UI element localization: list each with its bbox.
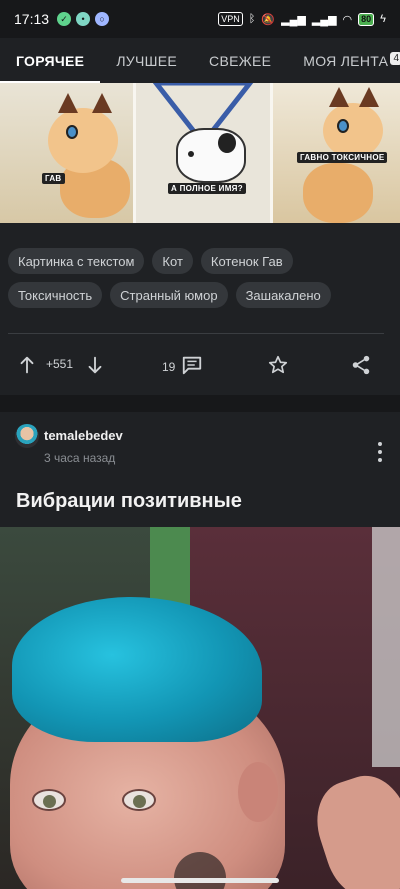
tag-chip[interactable]: Странный юмор	[110, 282, 228, 308]
photo-cable	[372, 527, 400, 767]
arrow-up-icon	[20, 356, 34, 374]
tab-best-label: ЛУЧШЕЕ	[116, 52, 178, 69]
tab-fresh[interactable]: СВЕЖЕЕ	[193, 38, 287, 83]
comments-button[interactable]: 19	[162, 354, 203, 376]
photo-ear	[238, 762, 278, 822]
arrow-down-icon	[88, 356, 102, 374]
upvote-button[interactable]	[16, 354, 38, 376]
cat-ear-left-2	[329, 87, 349, 107]
mute-icon: 🔕	[261, 13, 276, 26]
post-image-meme[interactable]: ГАВ А ПОЛНОЕ ИМЯ? ГАВНО ТОКСИЧНОЕ	[0, 83, 400, 223]
tag-list: Картинка с текстом Кот Котенок Гав Токси…	[8, 248, 392, 308]
share-icon	[352, 355, 370, 375]
dog-body	[176, 128, 246, 183]
photo-eye-right	[122, 789, 156, 811]
rating-text: +551	[46, 357, 74, 371]
post-separator	[0, 395, 400, 412]
signal-2-icon: ▂▄▆	[311, 13, 337, 26]
cat-face-2	[323, 103, 383, 158]
tag-chip[interactable]: Кот	[152, 248, 193, 274]
divider	[8, 333, 384, 334]
meme-caption-2: А ПОЛНОЕ ИМЯ?	[168, 183, 246, 194]
cat-eye-2	[337, 119, 349, 133]
meme-panel-3: ГАВНО ТОКСИЧНОЕ	[273, 83, 400, 223]
feed-tabs: ГОРЯЧЕЕ ЛУЧШЕЕ СВЕЖЕЕ МОЯ ЛЕНТА	[0, 38, 400, 83]
vpn-badge: VPN	[218, 12, 243, 26]
photo-eye-left	[32, 789, 66, 811]
bluetooth-icon: ᛒ	[248, 13, 256, 25]
tab-hot[interactable]: ГОРЯЧЕЕ	[0, 38, 101, 83]
chat-app-icon: •	[76, 12, 91, 26]
tab-best[interactable]: ЛУЧШЕЕ	[100, 38, 193, 83]
tab-my-feed-label: МОЯ ЛЕНТА	[303, 52, 389, 69]
dog-spot	[218, 133, 236, 153]
dog-eye	[188, 151, 194, 157]
avatar[interactable]	[15, 424, 39, 448]
star-icon	[268, 355, 288, 374]
comments-count: 19	[162, 359, 176, 374]
battery-icon: 80	[358, 12, 375, 26]
signal-icon: ▂▄▆	[281, 13, 306, 26]
meme-caption-1: ГАВ	[42, 173, 65, 184]
cat-body-2	[303, 163, 373, 223]
cat-face	[48, 108, 118, 173]
share-button[interactable]	[350, 354, 372, 376]
charging-icon: ϟ	[380, 13, 386, 25]
more-vertical-icon[interactable]	[374, 442, 386, 462]
meme-panel-1: ГАВ	[0, 83, 133, 223]
meme-panel-2: А ПОЛНОЕ ИМЯ?	[133, 83, 273, 223]
photo-hair	[12, 597, 262, 742]
tab-hot-label: ГОРЯЧЕЕ	[16, 52, 85, 69]
meme-caption-3: ГАВНО ТОКСИЧНОЕ	[297, 152, 388, 163]
status-time: 17:13	[14, 11, 50, 27]
post-time: 3 часа назад	[44, 451, 116, 465]
status-indicators: VPN ᛒ 🔕 ▂▄▆ ▂▄▆ ◠ 80 ϟ	[218, 12, 386, 26]
tag-chip[interactable]: Котенок Гав	[200, 248, 293, 274]
cat-eye	[66, 125, 78, 139]
save-button[interactable]	[267, 354, 289, 376]
gesture-nav-bar[interactable]	[121, 878, 279, 883]
circle-app-icon: ○	[95, 12, 110, 26]
comment-icon	[183, 356, 202, 375]
rating-value: +551	[46, 357, 73, 371]
post-image-photo[interactable]	[0, 527, 400, 889]
cat-ear-right-2	[359, 87, 379, 107]
post-title[interactable]: Вибрации позитивные	[16, 490, 242, 513]
tab-my-feed[interactable]: МОЯ ЛЕНТА	[287, 38, 400, 83]
tag-chip[interactable]: Токсичность	[8, 282, 103, 308]
post-actions: +551 19	[0, 340, 400, 390]
tab-fresh-label: СВЕЖЕЕ	[209, 52, 272, 69]
tab-badge: 4	[390, 52, 400, 65]
shield-app-icon: ✓	[57, 12, 72, 26]
downvote-button[interactable]	[84, 354, 106, 376]
tag-chip[interactable]: Зашакалено	[235, 282, 331, 308]
cat-ear-right	[92, 93, 112, 113]
post-header: temalebedev 3 часа назад Вибрации позити…	[0, 412, 400, 527]
author-name[interactable]: temalebedev	[44, 428, 123, 443]
status-bar: 17:13 ✓ • ○ VPN ᛒ 🔕 ▂▄▆ ▂▄▆ ◠ 80 ϟ	[0, 0, 400, 38]
cat-ear-left	[58, 93, 78, 113]
tag-chip[interactable]: Картинка с текстом	[8, 248, 145, 274]
wifi-icon: ◠	[342, 13, 353, 26]
